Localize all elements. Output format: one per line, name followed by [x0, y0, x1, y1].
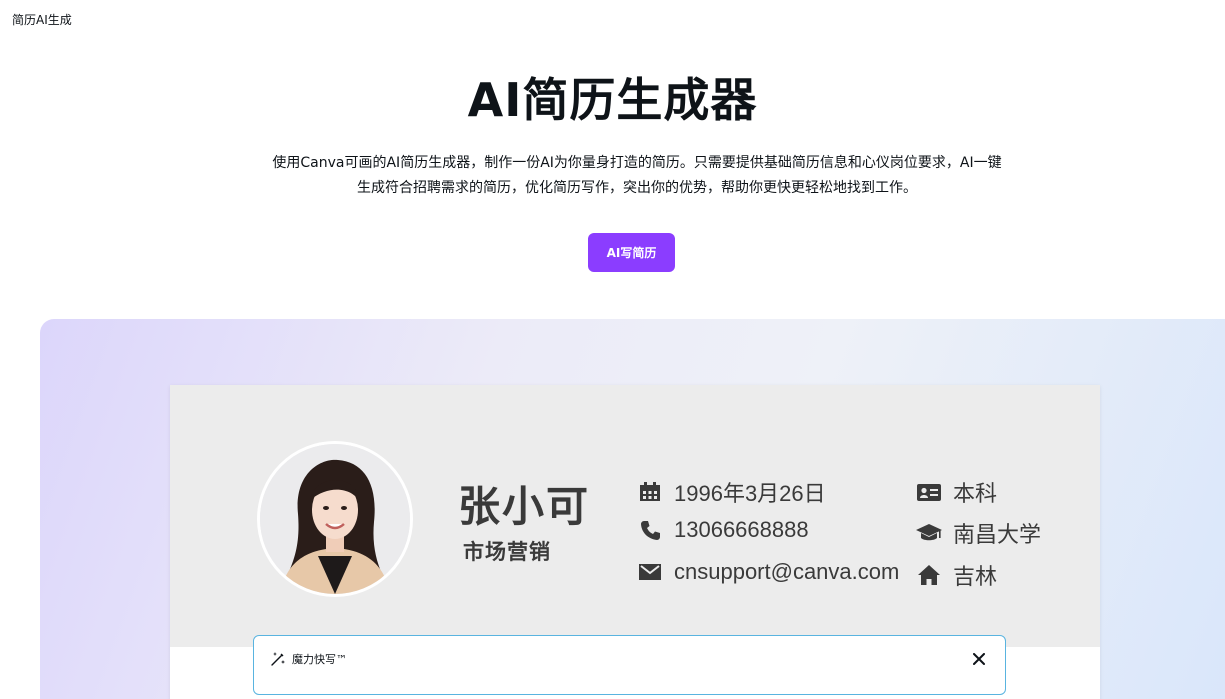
- school-text: 南昌大学: [953, 522, 1042, 547]
- location-text: 吉林: [953, 564, 998, 589]
- resume-location: 吉林: [916, 559, 997, 591]
- calendar-icon: [637, 481, 663, 503]
- email-text: cnsupport@canva.com: [674, 559, 900, 584]
- resume-name: 张小可: [458, 482, 591, 531]
- resume-role: 市场营销: [463, 539, 551, 564]
- ai-write-resume-button[interactable]: AI写简历: [588, 233, 675, 272]
- resume-phone: 13066668888: [637, 517, 809, 543]
- resume-birthday: 1996年3月26日: [637, 476, 826, 508]
- breadcrumb[interactable]: 简历AI生成: [12, 11, 72, 28]
- home-icon: [916, 564, 942, 586]
- magic-write-label-group: 魔力快写™: [270, 651, 347, 667]
- magic-wand-icon: [270, 651, 286, 667]
- hero-description-line-2: 生成符合招聘需求的简历，优化简历写作，突出你的优势，帮助你更快更轻松地找到工作。: [357, 180, 917, 196]
- magic-write-label: 魔力快写™: [292, 653, 347, 666]
- graduation-cap-icon: [916, 522, 942, 544]
- phone-text: 13066668888: [674, 517, 809, 542]
- resume-school: 南昌大学: [916, 517, 1041, 549]
- resume-email: cnsupport@canva.com: [637, 559, 899, 585]
- id-card-icon: [916, 481, 942, 503]
- page-title: AI简历生成器: [467, 73, 758, 127]
- education-text: 本科: [953, 481, 998, 506]
- avatar: [257, 441, 413, 597]
- avatar-portrait: [260, 444, 410, 594]
- birthday-text: 1996年3月26日: [674, 481, 826, 506]
- phone-icon: [637, 519, 663, 541]
- hero-description-line-1: 使用Canva可画的AI简历生成器，制作一份AI为你量身打造的简历。只需要提供基…: [272, 155, 1002, 171]
- magic-write-panel[interactable]: 魔力快写™: [253, 635, 1006, 695]
- mail-icon: [637, 561, 663, 583]
- hero-description: 使用Canva可画的AI简历生成器，制作一份AI为你量身打造的简历。只需要提供基…: [212, 151, 1062, 201]
- resume-education: 本科: [916, 476, 997, 508]
- close-icon[interactable]: [970, 650, 988, 668]
